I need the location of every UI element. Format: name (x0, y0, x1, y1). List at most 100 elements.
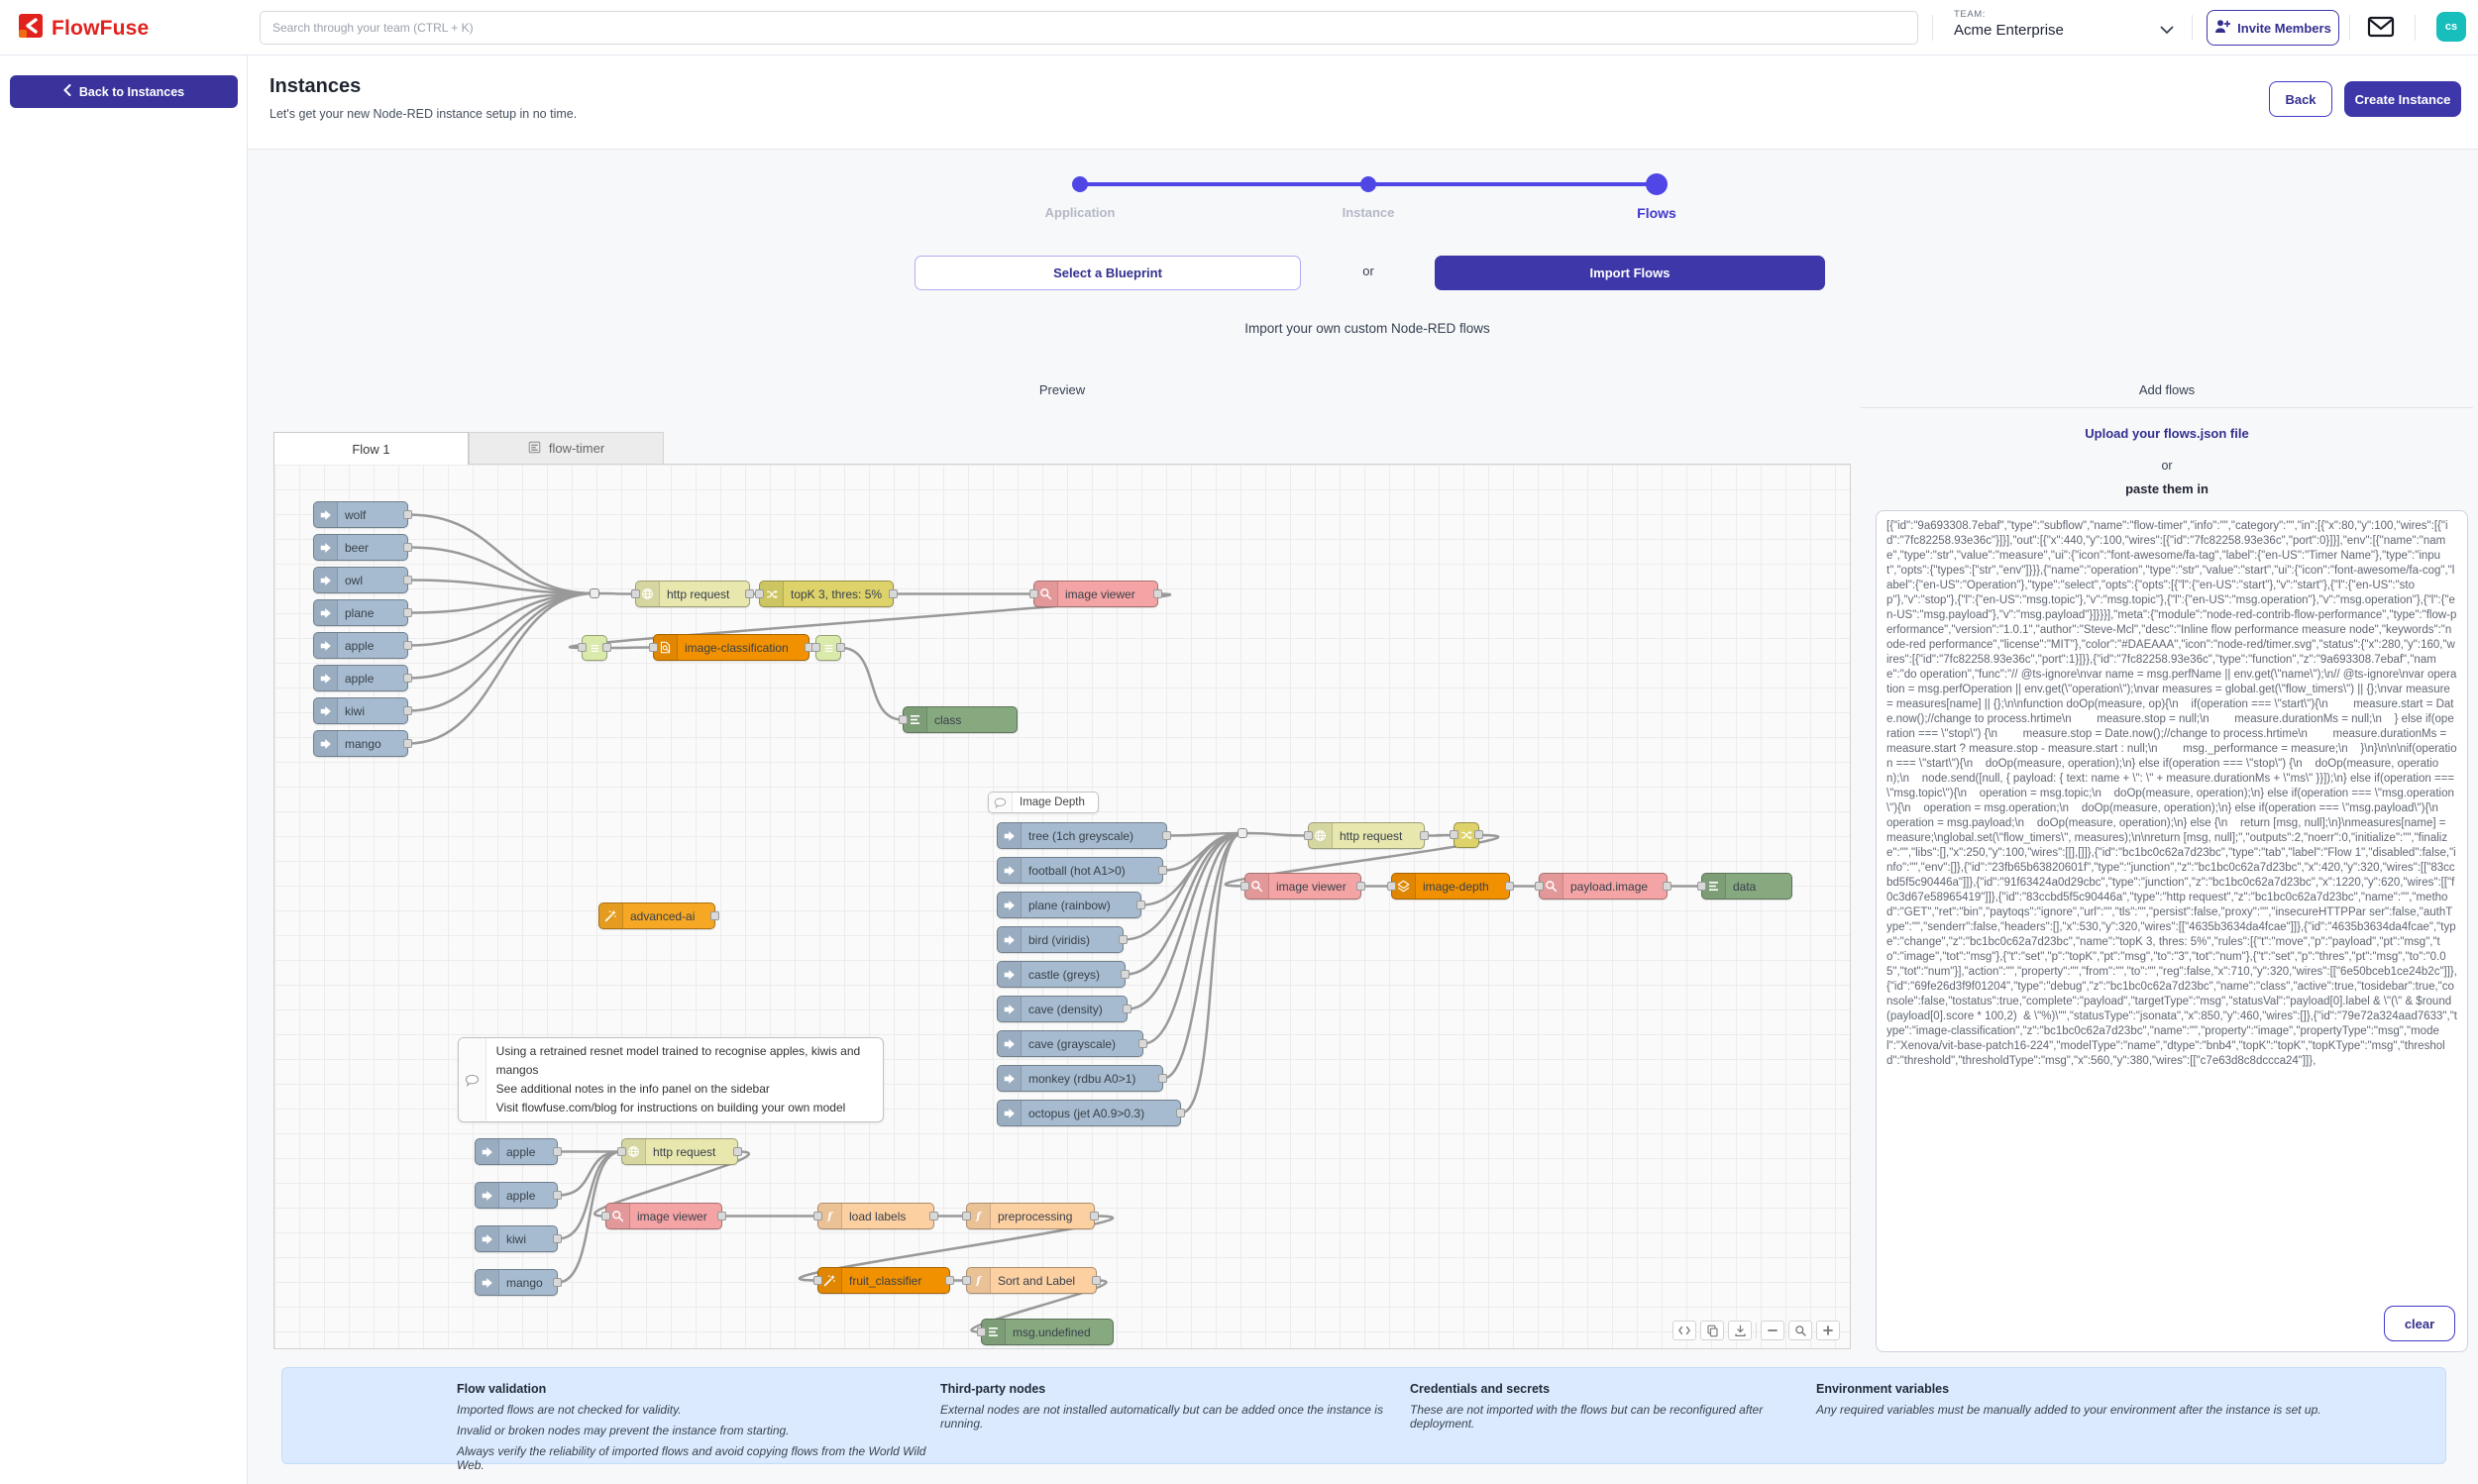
output-port[interactable] (1663, 882, 1671, 891)
output-port[interactable] (945, 1276, 954, 1285)
flow-node-plane-rainbow[interactable]: plane (rainbow) (997, 892, 1141, 918)
flow-node-data[interactable]: data (1701, 873, 1792, 900)
input-port[interactable] (962, 1276, 971, 1285)
output-port[interactable] (1092, 1276, 1101, 1285)
flow-node-class[interactable]: class (903, 706, 1018, 733)
flow-node-sub[interactable] (582, 635, 607, 661)
upload-flows-link[interactable]: Upload your flows.json file (1861, 426, 2473, 441)
input-port[interactable] (755, 589, 764, 598)
output-port[interactable] (1119, 935, 1128, 944)
mail-icon[interactable] (2366, 14, 2396, 42)
output-port[interactable] (403, 739, 412, 748)
output-port[interactable] (836, 643, 845, 652)
output-port[interactable] (929, 1212, 938, 1220)
flow-node-tree-1ch-greyscale[interactable]: tree (1ch greyscale) (997, 822, 1167, 849)
input-port[interactable] (1304, 831, 1313, 840)
flow-node-load-labels[interactable]: fload labels (817, 1203, 934, 1229)
flow-node-mango[interactable]: mango (313, 730, 408, 757)
flow-node-image-viewer[interactable]: image viewer (605, 1203, 722, 1229)
flow-node-beer[interactable]: beer (313, 534, 408, 561)
output-port[interactable] (553, 1278, 562, 1287)
input-port[interactable] (813, 1276, 822, 1285)
tab-flow-timer[interactable]: flow-timer (469, 432, 664, 465)
flow-node-cave-density[interactable]: cave (density) (997, 996, 1128, 1022)
output-port[interactable] (1158, 866, 1167, 875)
output-port[interactable] (1138, 1039, 1147, 1048)
download-icon[interactable] (1728, 1321, 1752, 1340)
input-port[interactable] (601, 1212, 610, 1220)
back-button[interactable]: Back (2269, 81, 2332, 117)
flow-comment[interactable]: Using a retrained resnet model trained t… (458, 1037, 884, 1122)
output-port[interactable] (1158, 1074, 1167, 1083)
flow-node-topk-3-thres-5[interactable]: topK 3, thres: 5% (759, 581, 894, 607)
output-port[interactable] (553, 1234, 562, 1243)
input-port[interactable] (899, 715, 908, 724)
import-flows-button[interactable]: Import Flows (1435, 256, 1825, 290)
flow-node-apple[interactable]: apple (313, 632, 408, 659)
input-port[interactable] (977, 1327, 986, 1336)
output-port[interactable] (403, 576, 412, 584)
flow-node-image-depth[interactable]: image-depth (1391, 873, 1510, 900)
output-port[interactable] (403, 510, 412, 519)
flow-node-apple[interactable]: apple (475, 1138, 558, 1165)
input-port[interactable] (1029, 589, 1038, 598)
output-port[interactable] (889, 589, 898, 598)
output-port[interactable] (745, 589, 754, 598)
flow-node-castle-greys[interactable]: castle (greys) (997, 961, 1126, 988)
output-port[interactable] (1090, 1212, 1099, 1220)
flow-canvas[interactable]: wolf beer owl plane apple apple kiwi mango http … (273, 464, 1851, 1349)
flow-node-fruit-classifier[interactable]: fruit_classifier (817, 1267, 950, 1294)
input-port[interactable] (631, 589, 640, 598)
flow-node-monkey-rdbu-a0-1[interactable]: monkey (rdbu A0>1) (997, 1065, 1163, 1092)
input-port[interactable] (649, 643, 658, 652)
create-instance-button[interactable]: Create Instance (2344, 81, 2461, 117)
input-port[interactable] (1535, 882, 1544, 891)
zoom-in-icon[interactable] (1816, 1321, 1840, 1340)
output-port[interactable] (1505, 882, 1514, 891)
export-code-icon[interactable] (1672, 1321, 1696, 1340)
flow-junction[interactable] (1238, 828, 1247, 838)
flow-node-octopus-jet-a0-9-0-3[interactable]: octopus (jet A0.9>0.3) (997, 1100, 1181, 1126)
flow-node-plane[interactable]: plane (313, 599, 408, 626)
input-port[interactable] (1450, 830, 1458, 839)
output-port[interactable] (403, 608, 412, 617)
input-port[interactable] (962, 1212, 971, 1220)
output-port[interactable] (733, 1147, 742, 1156)
output-port[interactable] (553, 1191, 562, 1200)
output-port[interactable] (403, 641, 412, 650)
copy-icon[interactable] (1700, 1321, 1724, 1340)
clear-button[interactable]: clear (2384, 1306, 2455, 1341)
input-port[interactable] (1240, 882, 1249, 891)
output-port[interactable] (710, 911, 719, 920)
zoom-out-icon[interactable] (1761, 1321, 1784, 1340)
input-port[interactable] (578, 643, 587, 652)
flow-node-http-request[interactable]: http request (1308, 822, 1425, 849)
output-port[interactable] (1474, 830, 1483, 839)
flow-node-owl[interactable]: owl (313, 567, 408, 593)
output-port[interactable] (1123, 1005, 1131, 1013)
flow-node-kiwi[interactable]: kiwi (475, 1225, 558, 1252)
input-port[interactable] (617, 1147, 626, 1156)
output-port[interactable] (717, 1212, 726, 1220)
team-selector[interactable]: TEAM: Acme Enterprise (1954, 9, 2064, 39)
flow-junction[interactable] (590, 588, 599, 598)
flow-node-http-request[interactable]: http request (621, 1138, 738, 1165)
flow-node-cave-grayscale[interactable]: cave (grayscale) (997, 1030, 1143, 1057)
invite-members-button[interactable]: Invite Members (2207, 10, 2339, 46)
output-port[interactable] (1176, 1109, 1185, 1117)
flow-node-preprocessing[interactable]: fpreprocessing (966, 1203, 1095, 1229)
flows-json-textarea[interactable]: [{"id":"9a693308.7ebaf","type":"subflow"… (1876, 510, 2468, 1352)
flow-node-sub[interactable] (815, 635, 841, 661)
flow-node-bird-viridis[interactable]: bird (viridis) (997, 926, 1124, 953)
flow-node-msg-undefined[interactable]: msg.undefined (981, 1319, 1114, 1345)
flow-node-apple[interactable]: apple (313, 665, 408, 691)
stepper-dot-flows[interactable] (1646, 173, 1668, 195)
flow-node-football-hot-a1-0[interactable]: football (hot A1>0) (997, 857, 1163, 884)
search-input[interactable] (260, 11, 1918, 45)
back-to-instances-button[interactable]: Back to Instances (10, 75, 238, 108)
stepper-dot-application[interactable] (1072, 176, 1088, 192)
flow-node-wolf[interactable]: wolf (313, 501, 408, 528)
flow-node-image-viewer[interactable]: image viewer (1244, 873, 1361, 900)
select-blueprint-button[interactable]: Select a Blueprint (915, 256, 1301, 290)
flow-node-kiwi[interactable]: kiwi (313, 697, 408, 724)
